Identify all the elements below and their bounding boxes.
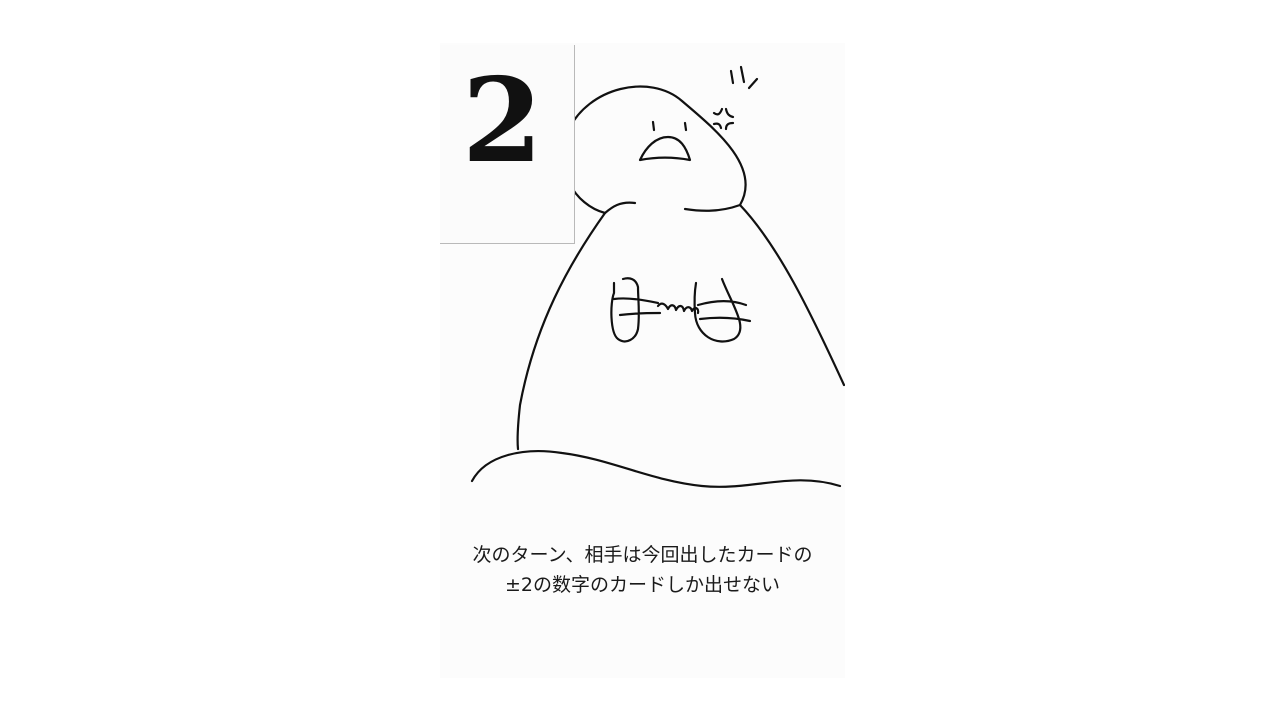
anger-mark-icon [712,107,735,131]
game-card[interactable]: 2 次のターン、相手は今回出したカードの ±2の数字のカードしか出せない [440,43,845,678]
card-description: 次のターン、相手は今回出したカードの ±2の数字のカードしか出せない [440,540,845,600]
right-hand [693,277,752,343]
card-number-box: 2 [440,45,575,244]
ghost-head [561,85,747,215]
right-eye [683,121,688,132]
left-hand [610,277,662,343]
left-eye [651,120,656,132]
alert-line-1 [729,69,735,85]
ghost-body [516,211,607,451]
description-line-1: 次のターン、相手は今回出したカードの [472,544,813,566]
alert-line-2 [739,65,746,84]
ghost-body-right [738,203,845,387]
ground-line [470,450,842,488]
card-number: 2 [462,53,543,189]
screen: 2 次のターン、相手は今回出したカードの ±2の数字のカードしか出せない [0,0,1280,720]
bracelet [656,302,700,315]
alert-line-3 [747,77,759,90]
mouth [638,135,692,162]
description-line-2: ±2の数字のカードしか出せない [504,574,780,596]
